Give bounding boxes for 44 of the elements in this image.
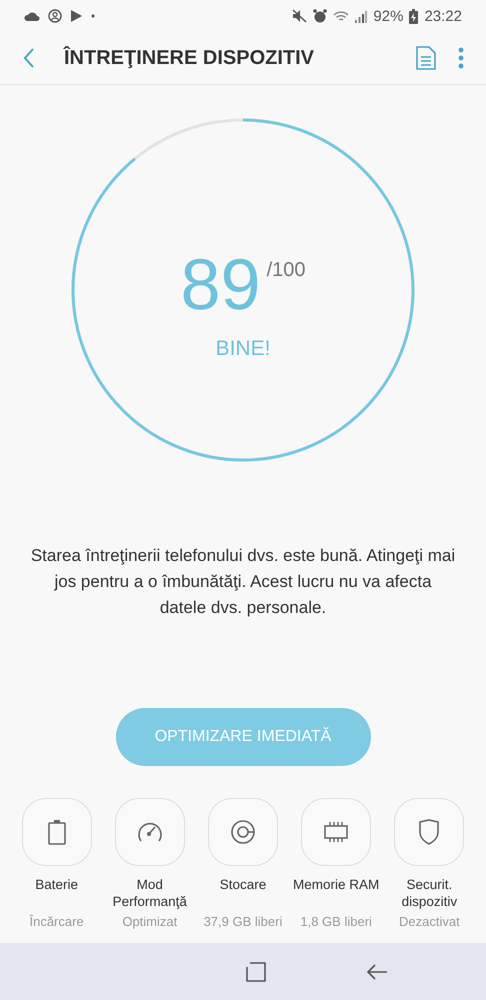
status-message: Starea întreţinerii telefonului dvs. este bună. Atingeţi mai jos pentru a o îmbunătăţi. Acest lucru nu va afecta datele dvs. personale. xyxy=(30,545,456,619)
performance-tile-button[interactable] xyxy=(114,798,185,866)
document-button[interactable] xyxy=(416,46,436,70)
recent-apps-button[interactable] xyxy=(246,962,266,982)
more-options-icon xyxy=(458,47,464,69)
tile-label: Stocare xyxy=(220,876,266,894)
optimize-button[interactable]: OPTIMIZARE IMEDIATĂ xyxy=(116,708,370,766)
document-icon xyxy=(416,46,436,70)
battery-charging-icon xyxy=(409,8,418,24)
security-tile-button[interactable] xyxy=(394,798,464,866)
tile-label: Securit. dispozitiv xyxy=(400,876,458,911)
score-max: /100 xyxy=(266,259,306,282)
more-options-button[interactable] xyxy=(458,47,464,69)
tile-label: Baterie xyxy=(35,876,78,894)
battery-icon xyxy=(46,819,67,845)
cloud-icon xyxy=(24,11,40,21)
tile-status: Încărcare xyxy=(29,914,84,929)
memory-tile-button[interactable] xyxy=(301,798,372,866)
battery-tile-button[interactable] xyxy=(22,798,92,866)
wifi-icon xyxy=(333,10,350,22)
play-store-icon xyxy=(70,9,83,23)
tile-label: Memorie RAM xyxy=(293,876,380,894)
chevron-left-icon xyxy=(22,47,36,69)
score-rating: BINE! xyxy=(216,337,270,361)
account-icon xyxy=(48,9,62,23)
tile-status: Optimizat xyxy=(122,914,178,929)
score-value: 89 xyxy=(180,245,261,325)
tile-label: Mod Performanţă xyxy=(112,876,188,911)
tile-status: Dezactivat xyxy=(398,914,460,929)
clock: 23:22 xyxy=(424,8,462,24)
battery-percent: 92% xyxy=(373,8,404,24)
back-nav-button[interactable] xyxy=(366,964,388,980)
tile-status: 1,8 GB liberi xyxy=(300,914,372,929)
mute-icon xyxy=(292,9,308,23)
shield-icon xyxy=(417,818,442,846)
arrow-left-icon xyxy=(366,964,388,980)
dot-icon xyxy=(91,14,95,18)
signal-icon xyxy=(355,10,368,22)
storage-tile-button[interactable] xyxy=(208,798,278,866)
tile-status: 37,9 GB liberi xyxy=(204,914,282,929)
chip-icon xyxy=(322,820,350,844)
disc-chart-icon xyxy=(228,818,257,846)
screen-title: ÎNTREŢINERE DISPOZITIV xyxy=(64,46,316,70)
alarm-icon xyxy=(313,9,328,23)
